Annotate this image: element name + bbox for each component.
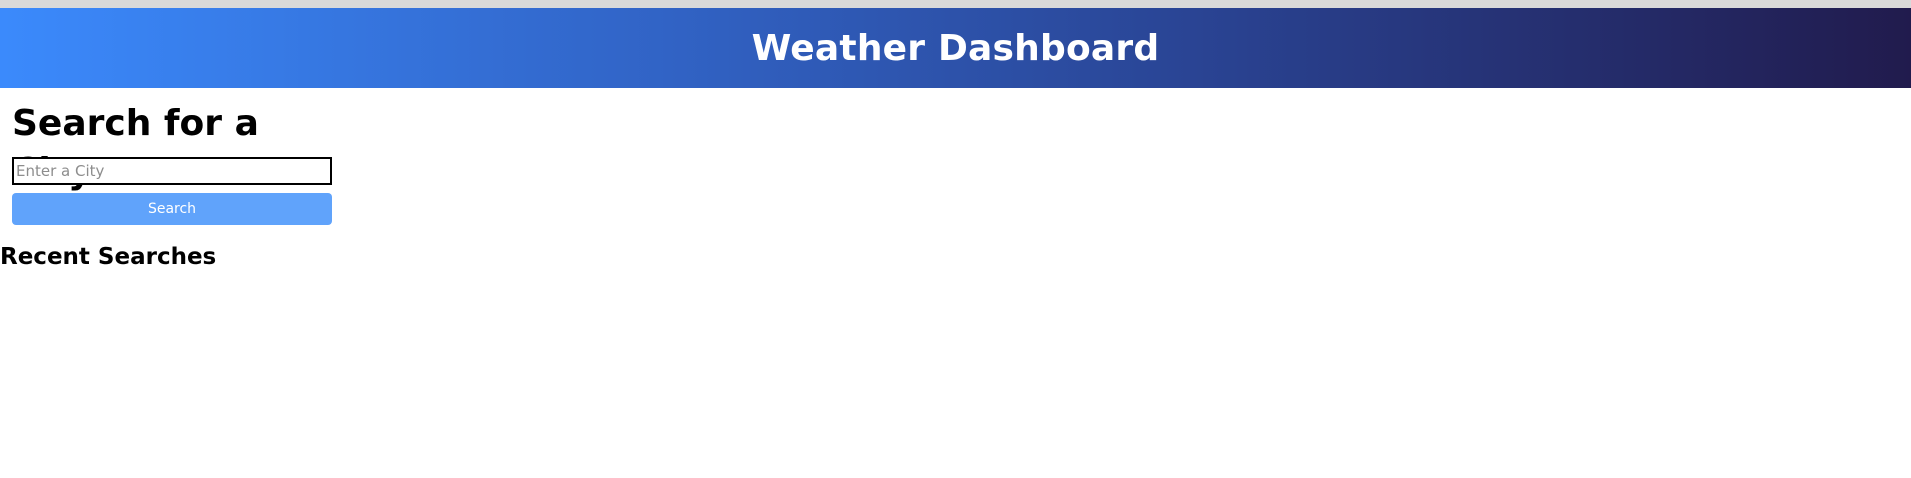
top-border	[0, 0, 1911, 8]
recent-searches-list	[0, 280, 320, 290]
search-panel: Search for a City: Search	[12, 100, 332, 225]
recent-searches-heading: Recent Searches	[0, 244, 217, 270]
city-search-input[interactable]	[12, 157, 332, 185]
search-button[interactable]: Search	[12, 193, 332, 225]
page-title: Weather Dashboard	[751, 27, 1160, 69]
app-header: Weather Dashboard	[0, 8, 1911, 88]
